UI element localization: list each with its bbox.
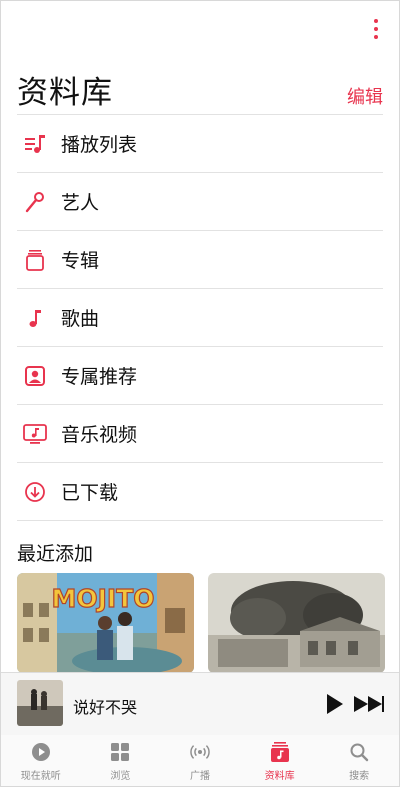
menu-item-music-videos[interactable]: 音乐视频 — [17, 405, 383, 463]
library-icon — [269, 741, 291, 763]
now-playing-title: 说好不哭 — [73, 698, 138, 717]
more-dot-icon — [374, 19, 378, 23]
tab-label: 现在就听 — [20, 771, 61, 782]
microphone-icon — [23, 190, 47, 214]
mini-player[interactable]: 说好不哭 — [1, 672, 399, 736]
tab-label: 广播 — [189, 771, 210, 782]
play-icon — [327, 694, 343, 714]
menu-item-playlists[interactable]: 播放列表 — [17, 115, 383, 173]
tab-listen-now[interactable]: 现在就听 — [1, 735, 81, 786]
fast-forward-icon — [354, 696, 384, 712]
tab-search[interactable]: 搜索 — [319, 735, 399, 786]
browse-grid-icon — [109, 741, 131, 763]
music-note-icon — [23, 306, 47, 330]
menu-item-label: 歌曲 — [61, 308, 100, 330]
search-icon — [348, 741, 370, 763]
more-dot-icon — [374, 27, 378, 31]
menu-item-label: 播放列表 — [61, 134, 138, 156]
album-cover-title: MOJITO — [51, 584, 154, 613]
album-card-2[interactable] — [208, 573, 385, 673]
person-square-icon — [23, 364, 47, 388]
download-circle-icon — [23, 480, 47, 504]
menu-item-downloaded[interactable]: 已下载 — [17, 463, 383, 521]
menu-item-label: 专属推荐 — [61, 366, 138, 388]
next-track-button[interactable] — [353, 695, 385, 713]
menu-item-songs[interactable]: 歌曲 — [17, 289, 383, 347]
music-video-icon — [23, 422, 47, 446]
app-frame: 资料库 编辑 播放列表 艺人 专辑 歌曲 专属推荐 音乐视频 已下载 最近添加 … — [0, 0, 400, 787]
tab-library[interactable]: 资料库 — [240, 735, 320, 786]
radio-icon — [189, 741, 211, 763]
tab-bar: 现在就听 浏览 广播 资料库 搜索 — [1, 735, 399, 786]
listen-now-icon — [30, 741, 52, 763]
playlist-icon — [23, 132, 47, 156]
menu-item-made-for-you[interactable]: 专属推荐 — [17, 347, 383, 405]
menu-item-label: 艺人 — [61, 192, 100, 214]
more-dot-icon — [374, 35, 378, 39]
menu-item-label: 已下载 — [61, 482, 119, 504]
page-title: 资料库 — [17, 75, 113, 111]
tab-label: 浏览 — [110, 771, 131, 782]
menu-item-albums[interactable]: 专辑 — [17, 231, 383, 289]
tab-browse[interactable]: 浏览 — [81, 735, 161, 786]
menu-item-artists[interactable]: 艺人 — [17, 173, 383, 231]
now-playing-artwork — [17, 680, 63, 726]
library-menu: 播放列表 艺人 专辑 歌曲 专属推荐 音乐视频 已下载 — [17, 114, 383, 521]
album-card-mojito[interactable]: MOJITO — [17, 573, 194, 673]
recently-added-title: 最近添加 — [17, 543, 94, 565]
edit-button[interactable]: 编辑 — [347, 83, 383, 109]
tab-label: 搜索 — [349, 771, 370, 782]
tab-radio[interactable]: 广播 — [160, 735, 240, 786]
play-button[interactable] — [325, 693, 345, 715]
more-options-button[interactable] — [369, 19, 383, 39]
tab-label: 资料库 — [264, 771, 295, 782]
menu-item-label: 专辑 — [61, 250, 100, 272]
menu-item-label: 音乐视频 — [61, 424, 138, 446]
album-stack-icon — [23, 248, 47, 272]
